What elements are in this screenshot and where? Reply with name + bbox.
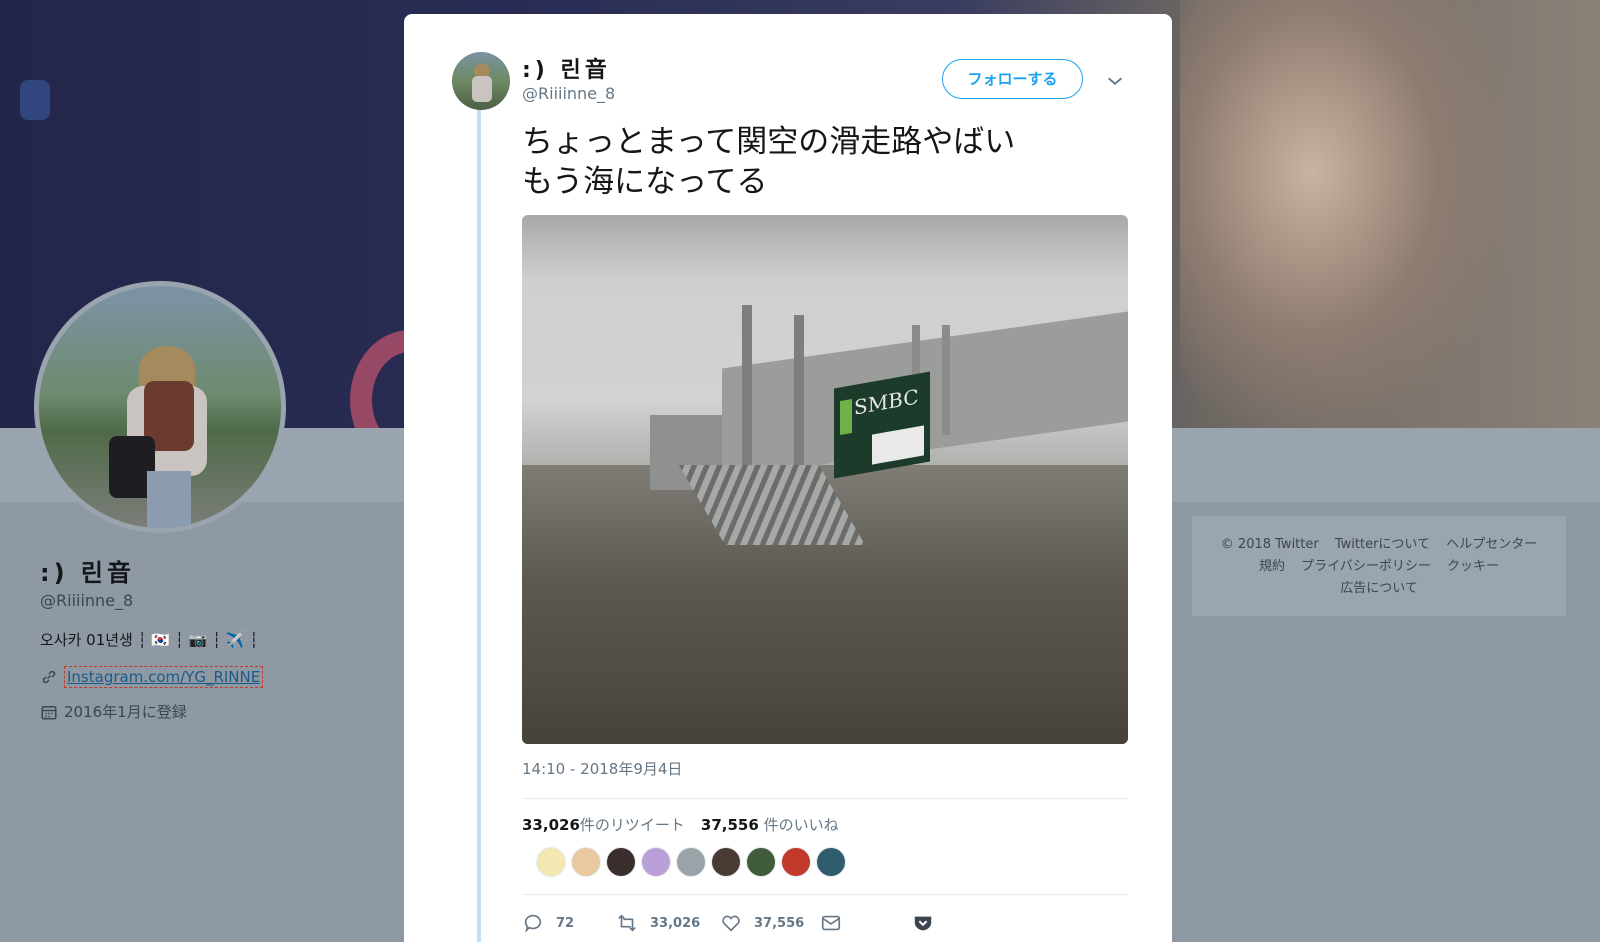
retweet-icon [618,914,636,932]
tweet-photo[interactable]: SMBC [522,215,1128,744]
profile-website-link[interactable]: Instagram.com/YG_RINNE [64,666,264,688]
avatar-legs [147,471,191,528]
tweet-stats: 33,026件のリツイート 37,556 件のいいね [522,814,839,835]
profile-joined-date: 2016年1月に登録 [64,703,187,721]
like-count-label: 件のいいね [763,816,839,834]
footer-privacy-link[interactable]: プライバシーポリシー [1301,559,1431,574]
tweet-author-name[interactable]: :) 린音 [522,52,611,84]
profile-joined-row: 2016年1月に登録 [40,701,187,722]
liker-avatar[interactable] [606,847,636,877]
footer-links: © 2018 Twitter Twitterについて ヘルプセンター 規約 プラ… [1192,516,1566,616]
heart-icon [722,915,740,932]
footer-ads-link[interactable]: 広告について [1340,581,1418,596]
retweet-count[interactable]: 33,026 [522,816,580,834]
dm-button[interactable] [820,912,842,934]
retweet-button[interactable]: 33,026 [616,912,700,934]
tweet-author-handle[interactable]: @Riiiinne_8 [522,84,615,103]
reply-icon [524,914,542,934]
tweet-actions: 72 33,026 37,556 [522,912,1128,936]
liker-avatar[interactable] [676,847,706,877]
liker-avatar[interactable] [536,847,566,877]
tweet-modal: :) 린音 @Riiiinne_8 フォローする ちょっとまって関空の滑走路やば… [404,14,1172,942]
envelope-icon [821,915,841,931]
pocket-icon [914,916,932,931]
tweet-text-line-2: もう海になってる [522,164,768,200]
tweet-avatar-body [472,76,492,102]
photo-sign-logo [840,398,852,436]
pocket-button[interactable] [912,912,934,934]
likers-avatars [536,847,846,877]
reply-count: 72 [556,915,575,931]
thread-line [477,108,481,942]
follow-button[interactable]: フォローする [942,59,1083,99]
photo-tower [942,325,950,435]
footer-terms-link[interactable]: 規約 [1259,559,1285,574]
liker-avatar[interactable] [781,847,811,877]
banner-blurred-person [1180,0,1510,428]
tweet-text: ちょっとまって関空の滑走路やばい もう海になってる [522,122,1015,202]
liker-avatar[interactable] [711,847,741,877]
profile-name: :) 린音 [40,559,136,587]
photo-tower [794,315,804,475]
reply-button[interactable]: 72 [522,912,574,934]
retweet-count-label: 件のリツイート [579,816,685,834]
liker-avatar[interactable] [641,847,671,877]
photo-tower [742,305,752,475]
calendar-icon [41,705,57,719]
profile-bio: 오사카 01년생 ┆ 🇰🇷 ┆ 📷 ┆ ✈️ ┆ [40,631,259,649]
tweet-text-line-1: ちょっとまって関空の滑走路やばい [522,124,1016,160]
tweet-author-avatar[interactable] [452,52,510,110]
footer-about-link[interactable]: Twitterについて [1335,537,1430,552]
divider [522,894,1128,895]
footer-cookies-link[interactable]: クッキー [1447,559,1499,574]
liker-avatar[interactable] [746,847,776,877]
liker-avatar[interactable] [571,847,601,877]
banner-blue-shape [20,80,50,120]
footer-help-link[interactable]: ヘルプセンター [1446,537,1537,552]
retweet-action-count: 33,026 [650,915,701,931]
like-button[interactable]: 37,556 [720,912,804,934]
like-action-count: 37,556 [754,915,805,931]
divider [522,798,1128,799]
profile-link-row: Instagram.com/YG_RINNE [40,666,264,688]
like-count[interactable]: 37,556 [701,816,759,834]
chevron-down-icon[interactable] [1104,70,1126,92]
link-icon [42,670,56,684]
profile-handle: @Riiiinne_8 [40,591,134,610]
profile-avatar[interactable] [34,281,286,533]
tweet-timestamp[interactable]: 14:10 - 2018年9月4日 [522,758,682,779]
liker-avatar[interactable] [816,847,846,877]
footer-copyright: © 2018 Twitter [1220,537,1319,552]
